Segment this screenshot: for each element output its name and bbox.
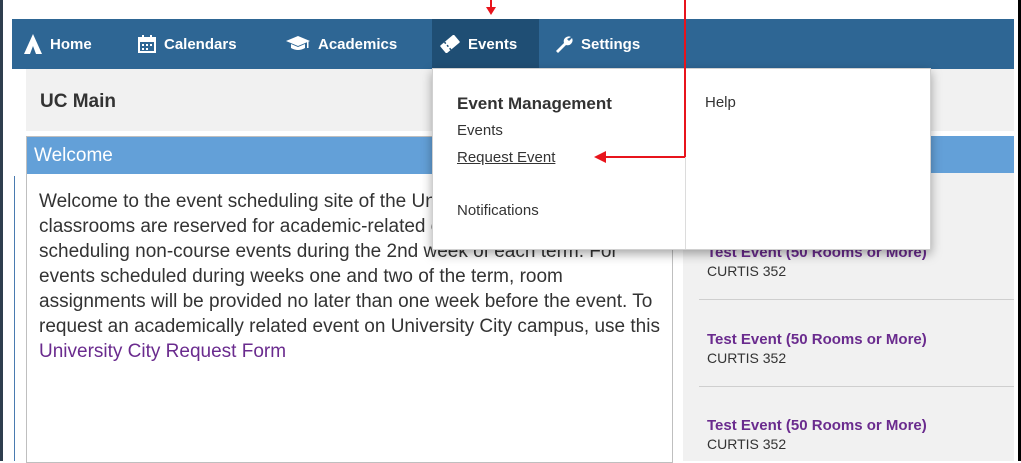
- annotation-arrow-events: [486, 0, 496, 15]
- annotation-arrows: [486, 0, 686, 163]
- annotation-arrow-request-event: [594, 0, 686, 163]
